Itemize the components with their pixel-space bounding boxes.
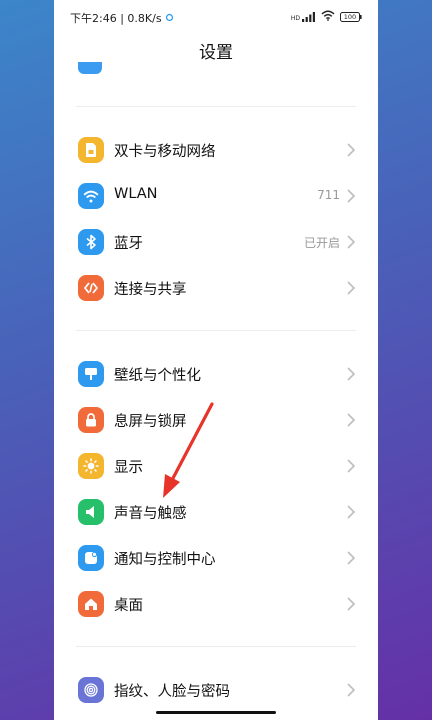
setting-label: 蓝牙 (114, 236, 143, 252)
sim-card-icon (78, 137, 104, 163)
setting-label: 声音与触感 (114, 506, 187, 522)
setting-wallpaper[interactable]: 壁纸与个性化 (54, 351, 378, 397)
chevron-right-icon (347, 367, 356, 381)
setting-value: 711 (317, 188, 340, 202)
chevron-right-icon (347, 235, 356, 249)
status-bar: 下午2:46 | 0.8K/s HD 100 (54, 0, 378, 34)
wallpaper-icon (78, 361, 104, 387)
fingerprint-icon (78, 677, 104, 703)
setting-wlan[interactable]: WLAN 711 (54, 173, 378, 219)
battery-icon: 100 (340, 12, 362, 22)
setting-desktop[interactable]: 桌面 (54, 581, 378, 627)
speaker-icon (78, 499, 104, 525)
setting-fingerprint-face-password[interactable]: 指纹、人脸与密码 (54, 667, 378, 713)
chevron-right-icon (347, 505, 356, 519)
setting-label: 息屏与锁屏 (114, 414, 187, 430)
setting-label: 指纹、人脸与密码 (114, 684, 230, 700)
setting-label: 连接与共享 (114, 282, 187, 298)
chevron-right-icon (347, 683, 356, 697)
chevron-right-icon (347, 459, 356, 473)
hd-label: HD (290, 15, 300, 22)
setting-label: 显示 (114, 460, 143, 476)
connection-share-icon (78, 275, 104, 301)
setting-bluetooth[interactable]: 蓝牙 已开启 (54, 219, 378, 265)
chevron-right-icon (347, 597, 356, 611)
setting-connection-share[interactable]: 连接与共享 (54, 265, 378, 311)
chevron-right-icon (347, 143, 356, 157)
sun-icon (78, 453, 104, 479)
chevron-right-icon (347, 551, 356, 565)
settings-screen: 下午2:46 | 0.8K/s HD 100 设置 双卡与移动网络 WLAN 7… (54, 0, 378, 720)
setting-sound-haptics[interactable]: 声音与触感 (54, 489, 378, 535)
setting-display[interactable]: 显示 (54, 443, 378, 489)
section-divider (76, 646, 356, 647)
setting-label: 壁纸与个性化 (114, 368, 201, 384)
bluetooth-icon (78, 229, 104, 255)
status-time-speed: 下午2:46 | 0.8K/s (70, 12, 162, 25)
home-indicator[interactable] (156, 711, 276, 714)
sync-icon (165, 12, 174, 25)
section-divider (76, 330, 356, 331)
section-divider (76, 106, 356, 107)
partial-setting-icon (78, 62, 102, 74)
setting-lockscreen[interactable]: 息屏与锁屏 (54, 397, 378, 443)
lock-icon (78, 407, 104, 433)
setting-value: 已开启 (303, 236, 340, 250)
setting-label: 双卡与移动网络 (114, 144, 216, 160)
setting-label: WLAN (114, 186, 158, 202)
chevron-right-icon (347, 281, 356, 295)
setting-label: 桌面 (114, 598, 143, 614)
setting-notification-control-center[interactable]: 通知与控制中心 (54, 535, 378, 581)
wifi-icon (78, 183, 104, 209)
page-title: 设置 (199, 43, 233, 63)
wifi-status-icon (321, 10, 335, 24)
battery-level: 100 (343, 13, 357, 21)
setting-sim-mobile-network[interactable]: 双卡与移动网络 (54, 127, 378, 173)
cellular-signal-icon: HD (291, 12, 316, 22)
home-icon (78, 591, 104, 617)
setting-label: 通知与控制中心 (114, 552, 216, 568)
chevron-right-icon (347, 189, 356, 203)
chevron-right-icon (347, 413, 356, 427)
notification-icon (78, 545, 104, 571)
